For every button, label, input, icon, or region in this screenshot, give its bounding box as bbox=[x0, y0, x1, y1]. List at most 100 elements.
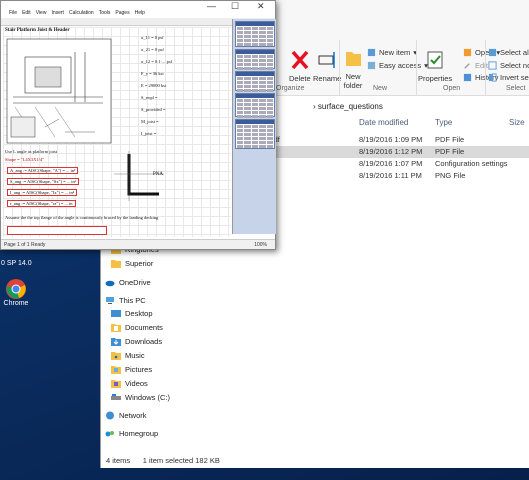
nav-homegroup[interactable]: Homegroup bbox=[105, 429, 158, 438]
select-all-label: Select all bbox=[500, 48, 529, 57]
shape-result-box bbox=[7, 226, 107, 235]
chevron-right-icon: › bbox=[313, 102, 316, 111]
delete-icon bbox=[291, 50, 309, 70]
formula[interactable]: σ_21 = 0 psf bbox=[141, 47, 164, 52]
invert-selection-icon bbox=[488, 73, 497, 82]
pictures-icon bbox=[111, 366, 121, 374]
column-date-modified[interactable]: Date modified bbox=[359, 118, 408, 127]
nav-videos[interactable]: Videos bbox=[111, 379, 148, 388]
network-icon bbox=[106, 411, 114, 420]
select-none-icon bbox=[488, 61, 497, 70]
palette-toolbar[interactable] bbox=[235, 49, 275, 70]
new-item-icon bbox=[367, 48, 376, 57]
new-folder-button[interactable]: New folder bbox=[342, 46, 364, 90]
music-icon bbox=[111, 352, 121, 360]
select-none-button[interactable]: Select none bbox=[488, 61, 529, 70]
drive-icon bbox=[111, 394, 121, 400]
nav-superior[interactable]: Superior bbox=[111, 259, 153, 268]
palette-toolbar[interactable] bbox=[235, 93, 275, 118]
mathcad-page-status: Page 1 of 1 Ready bbox=[4, 242, 46, 248]
column-type[interactable]: Type bbox=[435, 118, 452, 127]
file-type: PNG File bbox=[435, 171, 466, 180]
file-type: Configuration settings bbox=[435, 159, 508, 168]
history-icon bbox=[463, 73, 472, 82]
mathcad-menu-item[interactable]: View bbox=[36, 10, 47, 18]
folder-icon bbox=[346, 52, 361, 66]
invert-selection-button[interactable]: Invert selection bbox=[488, 73, 529, 82]
angle-property[interactable]: I_ang := AISC(Shape, "Ix") = ... in⁴ bbox=[7, 189, 78, 196]
column-size[interactable]: Size bbox=[509, 118, 525, 127]
easy-access-label: Easy access bbox=[379, 61, 422, 70]
mathcad-worksheet[interactable]: Stair Platform Joist & Header σ_11 = 0 p… bbox=[3, 27, 231, 237]
new-item-label: New item bbox=[379, 48, 411, 57]
nav-label: OneDrive bbox=[119, 278, 151, 287]
nav-desktop[interactable]: Desktop bbox=[111, 309, 153, 318]
section-heading: Use L angle as platform joist bbox=[5, 149, 57, 154]
properties-label: Properties bbox=[418, 74, 453, 83]
properties-button[interactable]: Properties bbox=[418, 48, 452, 83]
file-row[interactable]: ed.pdf8/19/2016 1:09 PMPDF File bbox=[251, 134, 529, 146]
mathcad-menu-item[interactable]: Insert bbox=[51, 10, 64, 18]
nav-onedrive[interactable]: OneDrive bbox=[105, 278, 151, 287]
nav-pictures[interactable]: Pictures bbox=[111, 365, 152, 374]
file-date: 8/19/2016 1:09 PM bbox=[359, 135, 423, 144]
nav-label: Superior bbox=[125, 259, 154, 268]
edit-icon bbox=[464, 63, 470, 69]
formula[interactable]: σ_12 = 0.1·... psf bbox=[141, 59, 172, 64]
nav-network[interactable]: Network bbox=[105, 411, 147, 420]
mathcad-menu-item[interactable]: Calculation bbox=[69, 10, 94, 18]
angle-property[interactable]: A_ang := AISC(Shape, "A") = ... in² bbox=[7, 167, 79, 174]
angle-property[interactable]: S_ang := AISC(Shape, "Sx") = ... in³ bbox=[7, 178, 80, 185]
mathcad-menu-item[interactable]: Pages bbox=[115, 10, 129, 18]
mathcad-menu-item[interactable]: Tools bbox=[99, 10, 111, 18]
nav-label: Documents bbox=[125, 323, 163, 332]
formula[interactable]: F_y = 36 ksi bbox=[141, 71, 164, 76]
nav-this-pc[interactable]: This PC bbox=[105, 296, 146, 305]
formula[interactable]: E = 29000 ksi bbox=[141, 83, 166, 88]
file-row[interactable]: 8/19/2016 1:12 PM PDF File bbox=[251, 146, 529, 158]
mathcad-menu-item[interactable]: Help bbox=[135, 10, 145, 18]
angle-property[interactable]: r_ang := AISC(Shape, "rz") = ... in bbox=[7, 200, 76, 207]
shape-definition: Shape = "L4X3X1/4" bbox=[5, 157, 44, 162]
desktop-folder-icon bbox=[111, 310, 121, 317]
file-date: 8/19/2016 1:11 PM bbox=[359, 171, 422, 180]
nav-downloads[interactable]: Downloads bbox=[111, 337, 162, 346]
nav-label: Music bbox=[125, 351, 145, 360]
select-all-icon bbox=[488, 48, 497, 57]
nav-label: Downloads bbox=[125, 337, 163, 346]
new-item-button[interactable]: New item ▾ bbox=[367, 48, 417, 57]
chrome-desktop-icon[interactable]: Chrome bbox=[0, 278, 32, 307]
address-path: surface_questions bbox=[317, 102, 383, 111]
rename-button[interactable]: Rename bbox=[313, 48, 341, 83]
formula[interactable]: S_provided = bbox=[141, 107, 165, 112]
palette-toolbar[interactable] bbox=[235, 119, 275, 149]
file-row[interactable]: 8/19/2016 1:07 PM Configuration settings bbox=[251, 158, 529, 170]
formula[interactable]: S_reqd = bbox=[141, 95, 157, 100]
file-type: PDF File bbox=[435, 135, 465, 144]
assumption-note: Assume the the top flange of the angle i… bbox=[5, 215, 159, 220]
downloads-icon bbox=[111, 338, 121, 346]
mathcad-window: — ☐ ✕ File Edit View Insert Calculation Tools… bbox=[0, 0, 276, 250]
mathcad-status-bar: Page 1 of 1 Ready 100% bbox=[1, 239, 275, 249]
mathcad-menu-item[interactable]: Edit bbox=[22, 10, 31, 18]
formula[interactable]: I_joist = bbox=[141, 131, 156, 136]
palette-toolbar[interactable] bbox=[235, 21, 275, 47]
palette-toolbar[interactable] bbox=[235, 71, 275, 92]
formula[interactable]: σ_11 = 0 psf bbox=[141, 35, 164, 40]
new-folder-label: New folder bbox=[343, 72, 363, 90]
mathcad-zoom[interactable]: 100% bbox=[254, 240, 267, 250]
nav-label: Network bbox=[119, 411, 147, 420]
stair-detail-drawing bbox=[6, 38, 112, 144]
delete-button[interactable]: Delete bbox=[289, 48, 311, 83]
nav-music[interactable]: Music bbox=[111, 351, 145, 360]
nav-documents[interactable]: Documents bbox=[111, 323, 163, 332]
file-row[interactable]: 8/19/2016 1:11 PM PNG File bbox=[251, 170, 529, 182]
file-type: PDF File bbox=[435, 147, 465, 156]
nav-windows-c[interactable]: Windows (C:) bbox=[111, 393, 170, 402]
delete-label: Delete bbox=[289, 74, 311, 83]
mathcad-menu-item[interactable]: File bbox=[9, 10, 17, 18]
ribbon-separator bbox=[416, 40, 417, 95]
select-all-button[interactable]: Select all bbox=[488, 48, 529, 57]
chrome-label: Chrome bbox=[3, 300, 29, 307]
formula[interactable]: M_joist = bbox=[141, 119, 159, 124]
